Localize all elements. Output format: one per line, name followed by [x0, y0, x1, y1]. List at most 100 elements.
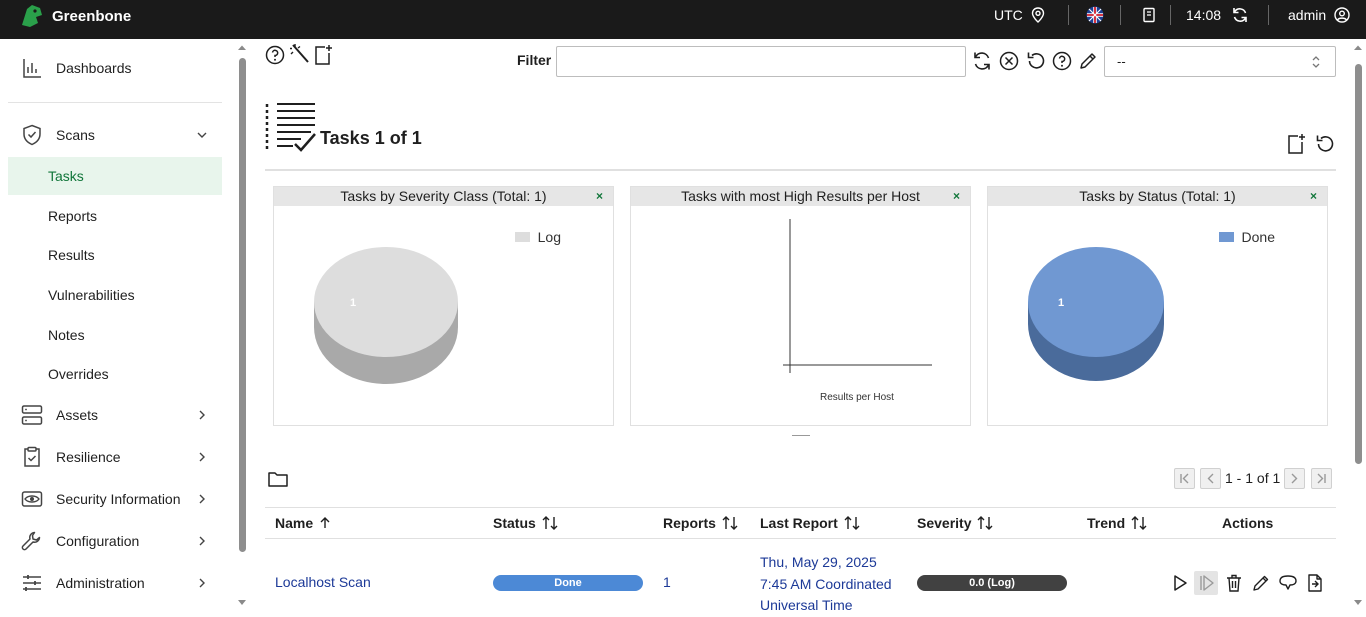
column-header-trend[interactable]: Trend	[1087, 515, 1148, 531]
sidebar-item-tasks[interactable]: Tasks	[8, 157, 222, 195]
location-icon[interactable]	[1031, 6, 1045, 23]
greenbone-logo-icon	[22, 5, 42, 27]
sidebar-item-notes[interactable]: Notes	[8, 316, 222, 354]
user-icon	[1334, 6, 1350, 23]
scatter-axes	[783, 219, 932, 373]
refresh-icon[interactable]	[1231, 6, 1249, 24]
sidebar-item-dashboards[interactable]: Dashboards	[8, 56, 222, 80]
pie-severity: 1	[314, 247, 458, 384]
last-page-button[interactable]	[1311, 468, 1332, 489]
new-task-icon[interactable]	[312, 44, 334, 66]
folder-icon[interactable]	[267, 468, 289, 490]
main-scrollbar[interactable]	[1352, 44, 1364, 610]
close-chart-button[interactable]: ×	[1310, 187, 1317, 206]
start-icon[interactable]	[1170, 573, 1190, 593]
filter-select-value: --	[1117, 54, 1126, 69]
help-icon[interactable]	[264, 44, 286, 66]
sort-icon	[977, 516, 993, 530]
sort-icon	[844, 516, 860, 530]
uk-flag-icon	[1086, 6, 1104, 23]
reports-count-link[interactable]: 1	[663, 574, 671, 590]
filter-input[interactable]	[556, 46, 966, 77]
clear-filter-icon[interactable]	[998, 50, 1020, 72]
last-report-link[interactable]: Thu, May 29, 2025 7:45 AM Coordinated Un…	[760, 552, 892, 617]
reset-dashboard-icon[interactable]	[1314, 133, 1336, 155]
last-report-time: 7:45 AM Coordinated	[760, 575, 892, 592]
column-header-label: Trend	[1087, 515, 1126, 531]
legend-swatch	[1218, 232, 1234, 242]
chevron-right-icon	[199, 452, 205, 462]
chart-title: Tasks with most High Results per Host	[631, 187, 970, 206]
resume-icon	[1200, 575, 1214, 591]
sidebar-item-assets[interactable]: Assets	[8, 403, 222, 427]
sidebar-item-label: Security Information	[56, 491, 181, 507]
sidebar-item-vulnerabilities[interactable]: Vulnerabilities	[8, 276, 222, 314]
column-header-reports[interactable]: Reports	[663, 515, 739, 531]
sidebar-item-overrides[interactable]: Overrides	[8, 355, 222, 393]
language-switch[interactable]	[1086, 0, 1104, 29]
severity-label: 0.0 (Log)	[969, 577, 1015, 589]
sidebar-scrollbar[interactable]	[236, 44, 248, 610]
chart-legend: Log	[514, 229, 561, 245]
chart-severity-class: Tasks by Severity Class (Total: 1) × Log…	[273, 186, 614, 426]
sort-asc-icon	[320, 517, 330, 528]
chart-title: Tasks by Status (Total: 1)	[988, 187, 1327, 206]
last-report-timezone: Universal Time	[760, 597, 853, 613]
wizard-icon[interactable]	[289, 43, 311, 65]
column-header-severity[interactable]: Severity	[917, 515, 994, 531]
new-dashboard-icon[interactable]	[1285, 133, 1307, 155]
next-page-button[interactable]	[1284, 468, 1305, 489]
x-axis-label: Results per Host	[820, 392, 894, 403]
task-list-icon	[265, 103, 316, 152]
close-chart-button[interactable]: ×	[596, 187, 603, 206]
filter-select[interactable]: --	[1104, 46, 1336, 77]
task-name-link[interactable]: Localhost Scan	[275, 574, 371, 590]
sidebar-item-label: Administration	[56, 575, 145, 591]
chevron-down-icon	[197, 132, 207, 138]
greenbone-logo[interactable]: Greenbone	[18, 3, 131, 29]
column-header-name[interactable]: Name	[275, 515, 332, 531]
manual-link[interactable]	[1142, 0, 1156, 29]
column-header-label: Status	[493, 515, 536, 531]
dashboard-resize-handle[interactable]	[792, 435, 810, 436]
separator	[1120, 5, 1121, 25]
pie-slice-log	[314, 247, 458, 357]
sidebar-item-configuration[interactable]: Configuration	[8, 529, 222, 553]
bar-chart-icon	[23, 59, 41, 78]
column-header-last-report[interactable]: Last Report	[760, 515, 861, 531]
column-header-status[interactable]: Status	[493, 515, 559, 531]
column-header-label: Last Report	[760, 515, 838, 531]
sliders-icon	[23, 575, 41, 591]
separator	[1268, 5, 1269, 25]
pie-status: 1	[1028, 247, 1164, 381]
filter-help-icon[interactable]	[1051, 50, 1073, 72]
page-title: Tasks 1 of 1	[320, 128, 422, 148]
app-name: Greenbone	[52, 7, 132, 25]
pagination-text: 1 - 1 of 1	[1225, 470, 1281, 486]
edit-filter-icon[interactable]	[1077, 50, 1099, 72]
previous-page-button[interactable]	[1200, 468, 1221, 489]
export-icon[interactable]	[1305, 573, 1325, 593]
refresh-filter-icon[interactable]	[971, 50, 993, 72]
sidebar-item-resilience[interactable]: Resilience	[8, 445, 222, 469]
sidebar: Dashboards Scans Tasks Reports Results V…	[0, 39, 232, 612]
sidebar-item-security-information[interactable]: Security Information	[8, 487, 222, 511]
pie-slice-label: 1	[1058, 297, 1064, 309]
first-page-button[interactable]	[1174, 468, 1195, 489]
reset-filter-icon[interactable]	[1025, 50, 1047, 72]
edit-icon[interactable]	[1251, 573, 1271, 593]
last-report-date: Thu, May 29, 2025	[760, 554, 877, 570]
user-menu[interactable]: admin	[1288, 0, 1350, 29]
chart-high-results: Tasks with most High Results per Host × …	[630, 186, 971, 426]
wrench-icon	[21, 531, 41, 551]
chevron-right-icon	[199, 410, 205, 420]
sidebar-item-administration[interactable]: Administration	[8, 571, 222, 595]
trash-icon[interactable]	[1224, 573, 1244, 593]
sidebar-item-scans[interactable]: Scans	[8, 123, 222, 147]
sidebar-item-reports[interactable]: Reports	[8, 197, 222, 235]
resume-button[interactable]	[1194, 571, 1218, 595]
close-chart-button[interactable]: ×	[953, 187, 960, 206]
clone-icon[interactable]	[1278, 573, 1298, 593]
sidebar-item-label: Assets	[56, 407, 99, 423]
sidebar-item-results[interactable]: Results	[8, 236, 222, 274]
